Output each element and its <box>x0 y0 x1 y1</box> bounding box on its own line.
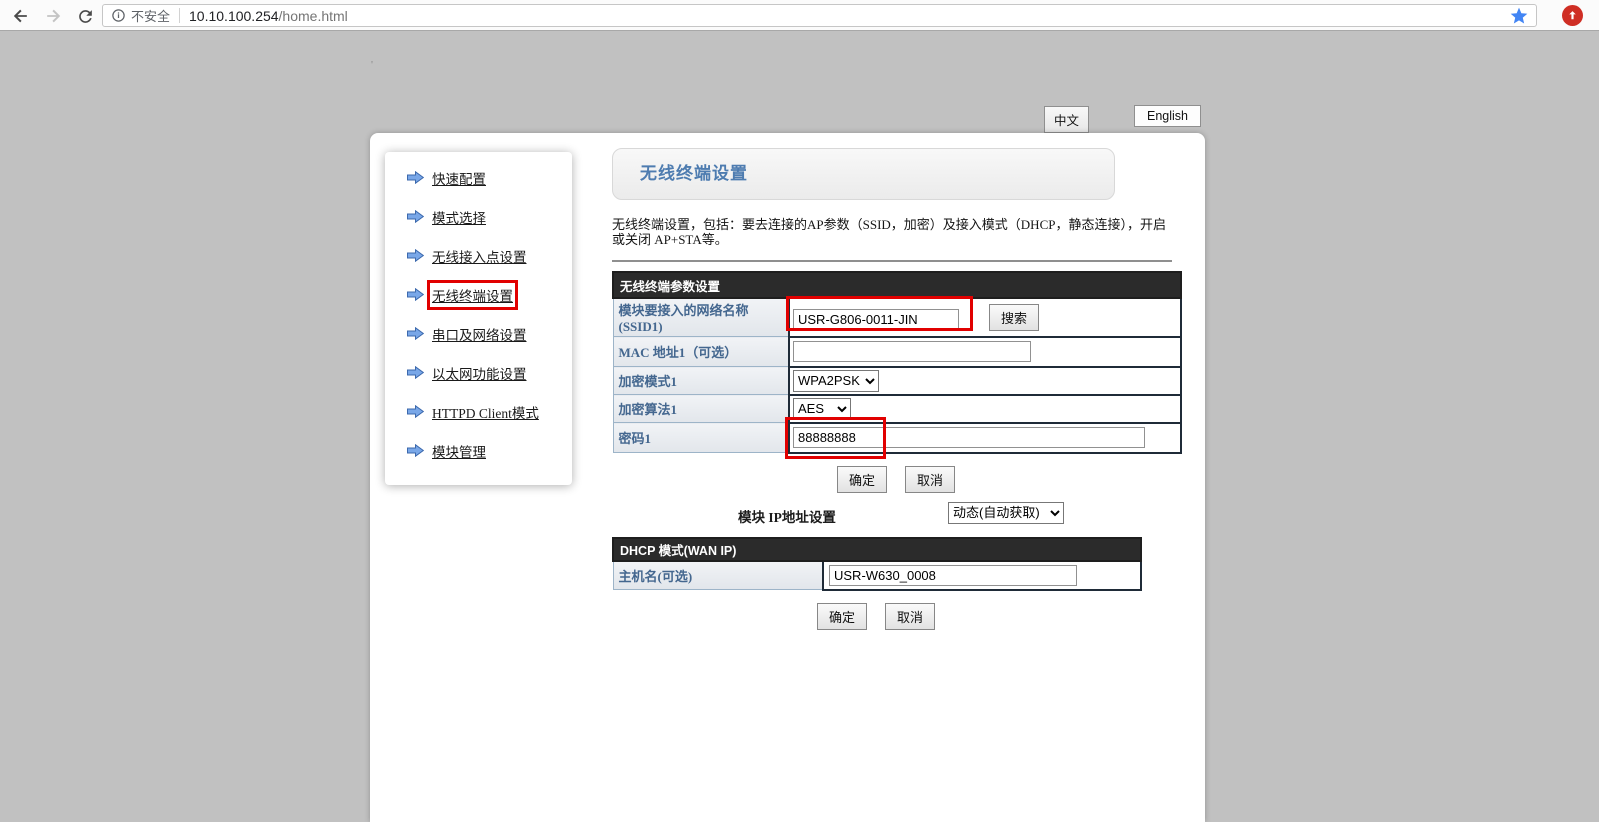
sidebar-item-label: 快速配置 <box>432 168 486 188</box>
sidebar-item-serial-network[interactable]: 串口及网络设置 <box>407 314 572 353</box>
dhcp-header-row: DHCP 模式(WAN IP) <box>613 538 1141 561</box>
table-header-row: 无线终端参数设置 <box>613 272 1181 298</box>
screen: 不安全 10.10.100.254 /home.html ' 中文 Englis… <box>0 0 1599 822</box>
language-english-button[interactable]: English <box>1134 105 1201 127</box>
encryption-algorithm-cell: AES <box>789 395 1181 423</box>
ssid-input[interactable] <box>793 309 959 330</box>
sidebar-item-wireless-terminal[interactable]: 无线终端设置 <box>407 275 572 314</box>
hostname-row: 主机名(可选) <box>613 561 1141 590</box>
arrow-right-icon <box>407 327 424 340</box>
params-table-header: 无线终端参数设置 <box>613 272 1181 298</box>
ssid-row: 模块要接入的网络名称(SSID1) 搜索 <box>613 298 1181 337</box>
sidebar: 快速配置 模式选择 无线接入点设置 无线终端设置 串口及网络设置 <box>385 152 572 485</box>
forward-icon[interactable] <box>40 3 66 29</box>
encryption-algorithm-select[interactable]: AES <box>793 398 851 420</box>
params-buttons-row: 确定 取消 <box>612 466 1180 493</box>
sidebar-item-label: 串口及网络设置 <box>432 324 527 344</box>
password-value-cell <box>789 423 1181 453</box>
encryption-mode-label: 加密模式1 <box>613 367 789 395</box>
mac-row: MAC 地址1（可选） <box>613 337 1181 367</box>
dhcp-table-header: DHCP 模式(WAN IP) <box>613 538 1141 561</box>
arrow-right-icon <box>407 405 424 418</box>
sidebar-item-wireless-ap[interactable]: 无线接入点设置 <box>407 236 572 275</box>
page-background: ' 中文 English 快速配置 模式选择 无线接入点设置 <box>0 31 1599 822</box>
hostname-input[interactable] <box>829 565 1077 586</box>
url-path: /home.html <box>279 8 348 24</box>
encryption-mode-row: 加密模式1 WPA2PSK <box>613 367 1181 395</box>
mac-value-cell <box>789 337 1181 367</box>
password-label: 密码1 <box>613 423 789 453</box>
info-icon <box>111 8 126 23</box>
arrow-right-icon <box>407 366 424 379</box>
dhcp-buttons-row: 确定 取消 <box>612 603 1140 630</box>
sidebar-item-label-highlighted: 无线终端设置 <box>432 285 513 305</box>
security-chip[interactable]: 不安全 <box>111 6 170 25</box>
language-chinese-button[interactable]: 中文 <box>1044 106 1089 133</box>
mac-label: MAC 地址1（可选） <box>613 337 789 367</box>
page-title: 无线终端设置 <box>613 149 1114 199</box>
sidebar-item-label: 无线接入点设置 <box>432 246 527 266</box>
password-input[interactable] <box>793 427 1145 448</box>
page-description: 无线终端设置，包括：要去连接的AP参数（SSID，加密）及接入模式（DHCP，静… <box>612 217 1172 262</box>
ok-button[interactable]: 确定 <box>837 466 887 493</box>
content-panel: 快速配置 模式选择 无线接入点设置 无线终端设置 串口及网络设置 <box>370 133 1205 822</box>
arrow-right-icon <box>407 210 424 223</box>
encryption-mode-cell: WPA2PSK <box>789 367 1181 395</box>
sidebar-item-mode-select[interactable]: 模式选择 <box>407 197 572 236</box>
security-label: 不安全 <box>131 6 170 25</box>
sidebar-item-label: HTTPD Client模式 <box>432 402 539 422</box>
url-divider <box>179 8 180 23</box>
arrow-right-icon <box>407 288 424 301</box>
arrow-right-icon <box>407 444 424 457</box>
search-button[interactable]: 搜索 <box>989 304 1039 331</box>
browser-toolbar: 不安全 10.10.100.254 /home.html <box>0 0 1599 31</box>
encryption-algorithm-row: 加密算法1 AES <box>613 395 1181 423</box>
stray-mark: ' <box>371 59 373 71</box>
hostname-label: 主机名(可选) <box>613 561 823 590</box>
cancel-button[interactable]: 取消 <box>905 466 955 493</box>
password-row: 密码1 <box>613 423 1181 453</box>
extension-icon[interactable] <box>1562 5 1583 26</box>
sidebar-item-label: 以太网功能设置 <box>432 363 527 383</box>
url-host: 10.10.100.254 <box>189 8 279 24</box>
arrow-right-icon <box>407 249 424 262</box>
ip-setting-row: 模块 IP地址设置 动态(自动获取) <box>612 502 1180 528</box>
reload-icon[interactable] <box>72 3 98 29</box>
main-content: 无线终端设置 无线终端设置，包括：要去连接的AP参数（SSID，加密）及接入模式… <box>612 148 1180 630</box>
ip-setting-select[interactable]: 动态(自动获取) <box>948 502 1064 524</box>
encryption-algorithm-label: 加密算法1 <box>613 395 789 423</box>
sidebar-item-ethernet[interactable]: 以太网功能设置 <box>407 353 572 392</box>
dhcp-cancel-button[interactable]: 取消 <box>885 603 935 630</box>
mac-input[interactable] <box>793 341 1031 362</box>
ssid-label: 模块要接入的网络名称(SSID1) <box>613 298 789 337</box>
dhcp-ok-button[interactable]: 确定 <box>817 603 867 630</box>
sidebar-item-httpd-client[interactable]: HTTPD Client模式 <box>407 392 572 431</box>
page-title-box: 无线终端设置 <box>612 148 1115 200</box>
arrow-right-icon <box>407 171 424 184</box>
sidebar-item-module-management[interactable]: 模块管理 <box>407 431 572 470</box>
bookmark-star-icon[interactable] <box>1509 6 1529 26</box>
encryption-mode-select[interactable]: WPA2PSK <box>793 370 879 392</box>
ip-setting-label: 模块 IP地址设置 <box>738 506 836 526</box>
hostname-value-cell <box>823 561 1141 590</box>
sidebar-item-quick-config[interactable]: 快速配置 <box>407 158 572 197</box>
back-icon[interactable] <box>8 3 34 29</box>
ssid-value-cell: 搜索 <box>789 298 1181 337</box>
dhcp-table: DHCP 模式(WAN IP) 主机名(可选) <box>612 537 1142 591</box>
address-bar[interactable]: 不安全 10.10.100.254 /home.html <box>102 4 1537 27</box>
sidebar-item-label: 模块管理 <box>432 441 486 461</box>
wireless-terminal-params-table: 无线终端参数设置 模块要接入的网络名称(SSID1) 搜索 MAC 地址1（可选… <box>612 271 1182 454</box>
sidebar-item-label: 模式选择 <box>432 207 486 227</box>
